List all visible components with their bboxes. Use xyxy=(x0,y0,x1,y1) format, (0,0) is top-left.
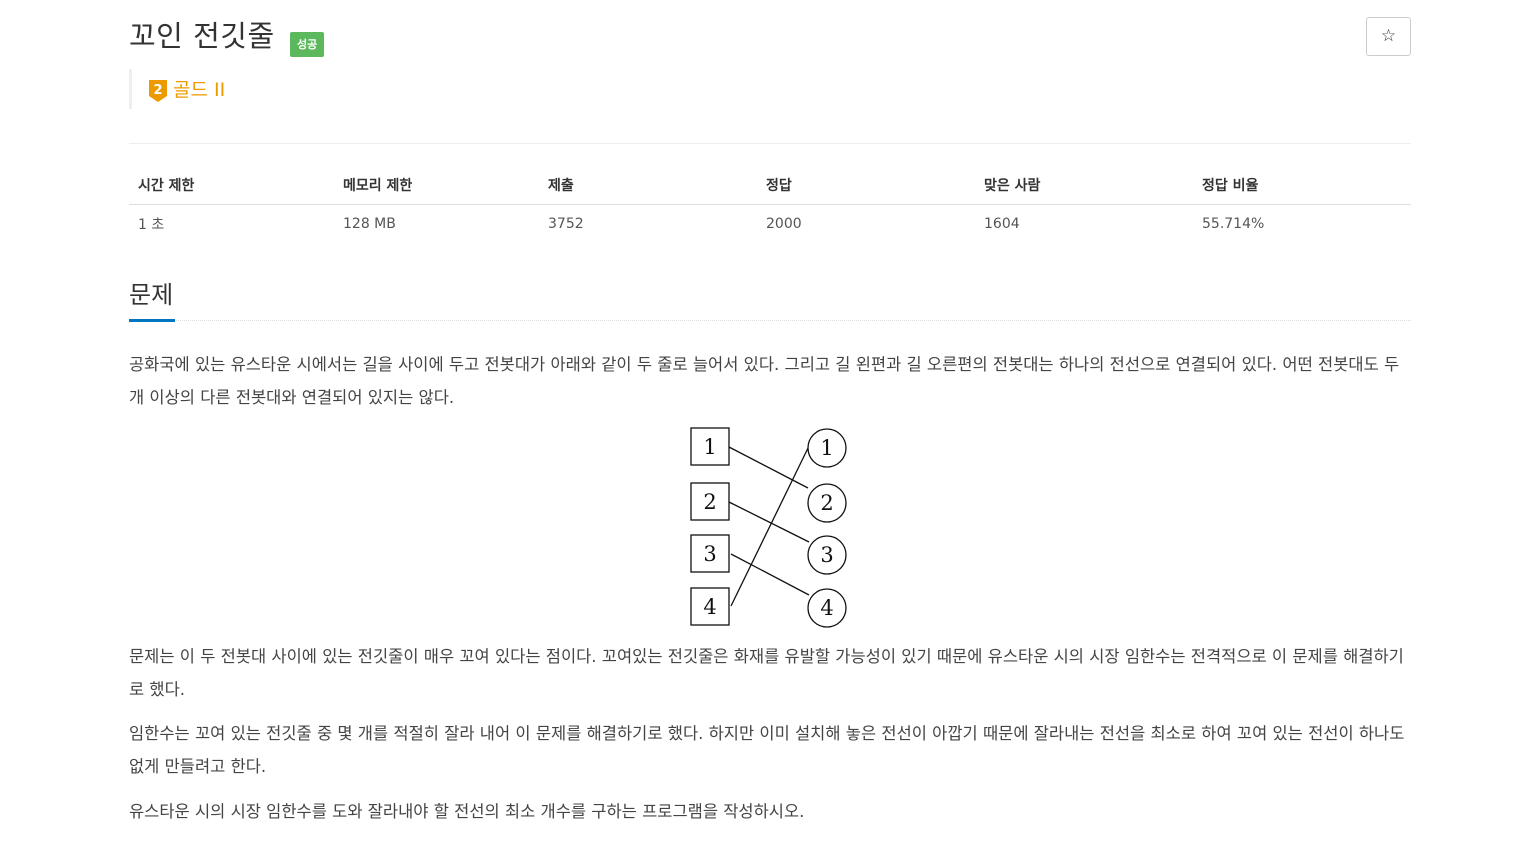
solved-users-value: 1604 xyxy=(984,216,1020,232)
header-time-limit: 시간 제한 xyxy=(129,166,334,205)
right-pole-label-2: 2 xyxy=(820,491,833,515)
table-row: 1 초 128 MB 3752 2000 1604 55.714% xyxy=(129,205,1411,244)
left-pole-label-2: 2 xyxy=(703,490,716,514)
status-badge: 성공 xyxy=(290,32,325,57)
problem-paragraph-2: 문제는 이 두 전봇대 사이에 있는 전깃줄이 매우 꼬여 있다는 점이다. 꼬… xyxy=(129,647,1404,699)
tier-number: 2 xyxy=(153,83,162,98)
right-pole-label-1: 1 xyxy=(820,436,833,460)
submissions-value: 3752 xyxy=(548,216,584,232)
header-submissions: 제출 xyxy=(539,166,757,205)
header-accept-ratio: 정답 비율 xyxy=(1193,166,1411,205)
star-outline-icon: ☆ xyxy=(1380,26,1397,46)
problem-paragraph-3: 임한수는 꼬여 있는 전깃줄 중 몇 개를 적절히 잘라 내어 이 문제를 해결… xyxy=(129,724,1405,776)
gold-tier-icon: 2 xyxy=(149,80,167,102)
problem-paragraph-1: 공화국에 있는 유스타운 시에서는 길을 사이에 두고 전봇대가 아래와 같이 … xyxy=(129,355,1400,407)
tier-label: 골드 II xyxy=(173,79,226,101)
problem-paragraph-4: 유스타운 시의 시장 임한수를 도와 잘라내야 할 전선의 최소 개수를 구하는… xyxy=(129,802,805,821)
table-header-row: 시간 제한 메모리 제한 제출 정답 맞은 사람 정답 비율 xyxy=(129,166,1411,205)
header-solved-users: 맞은 사람 xyxy=(975,166,1193,205)
accept-ratio-value: 55.714% xyxy=(1202,216,1265,232)
problem-info-table: 시간 제한 메모리 제한 제출 정답 맞은 사람 정답 비율 1 초 128 M… xyxy=(129,166,1411,243)
wire-1-2 xyxy=(728,446,809,489)
header-accepted: 정답 xyxy=(757,166,975,205)
wire-2-3 xyxy=(728,501,810,543)
divider xyxy=(129,143,1411,144)
section-underline xyxy=(129,319,175,322)
right-pole-label-4: 4 xyxy=(820,596,833,620)
accepted-value: 2000 xyxy=(766,216,802,232)
problem-title: 꼬인 전깃줄 xyxy=(129,19,275,53)
time-limit-value: 1 초 xyxy=(138,217,165,233)
section-title: 문제 xyxy=(129,281,174,309)
right-pole-label-3: 3 xyxy=(820,543,833,567)
pole-wiring-diagram: 1 2 3 4 1 2 3 4 xyxy=(690,427,847,628)
wire-3-4 xyxy=(730,553,810,596)
left-pole-label-1: 1 xyxy=(703,435,716,459)
favorite-star-button[interactable]: ☆ xyxy=(1366,17,1411,56)
tier-box: 2 골드 II xyxy=(129,69,225,109)
memory-limit-value: 128 MB xyxy=(343,216,396,232)
problem-section-header: 문제 xyxy=(129,278,1411,322)
title-row: 꼬인 전깃줄 성공 ☆ xyxy=(129,14,1411,64)
section-rule xyxy=(129,320,1411,322)
header-memory-limit: 메모리 제한 xyxy=(334,166,539,205)
left-pole-label-3: 3 xyxy=(703,542,716,566)
wire-4-1 xyxy=(730,445,810,607)
left-pole-label-4: 4 xyxy=(703,595,716,619)
